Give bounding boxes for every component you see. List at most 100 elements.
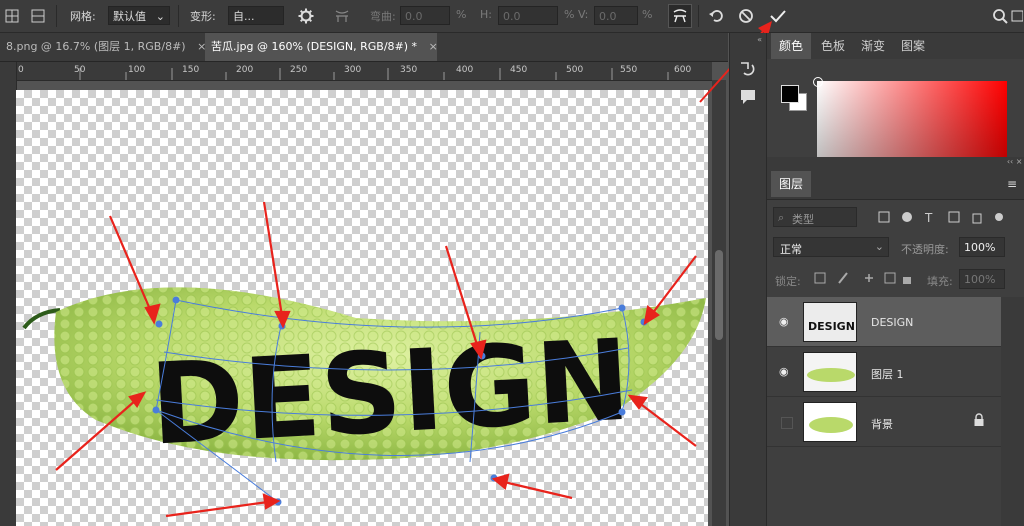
search-icon: ⌕ — [778, 211, 785, 224]
tab-8-png[interactable]: 8.png @ 16.7% (图层 1, RGB/8#) × — [0, 33, 206, 61]
v-percent: % — [642, 8, 653, 21]
chevron-down-icon: ⌄ — [874, 240, 884, 253]
tab-label: 苦瓜.jpg @ 160% (DESIGN, RGB/8#) * — [211, 40, 418, 53]
lock-label: 锁定: — [775, 275, 801, 288]
lock-icons[interactable] — [813, 271, 913, 285]
svg-text:T: T — [924, 211, 933, 224]
opacity-label: 不透明度: — [901, 243, 949, 256]
tab-layers[interactable]: 图层 — [771, 171, 812, 197]
blend-mode-select[interactable]: 正常 ⌄ — [773, 237, 889, 257]
layer-thumbnail — [803, 352, 857, 392]
warp-orientation-icon[interactable] — [330, 4, 354, 28]
layers-panel-header: 图层 ≡ — [767, 169, 1024, 200]
grid-select[interactable]: 默认值 ⌄ — [108, 6, 170, 25]
layer-name: 图层 1 — [871, 368, 904, 381]
visibility-toggle-off[interactable] — [781, 417, 793, 429]
foreground-color-swatch[interactable] — [781, 85, 799, 103]
options-bar: 网格: 默认值 ⌄ 变形: 自... 弯曲: 0.0 % H: 0.0 % V:… — [0, 0, 1024, 33]
warp-select-value: 自... — [233, 10, 255, 23]
warped-text-layer: DESIGN — [147, 316, 633, 471]
gear-icon[interactable] — [294, 4, 318, 28]
layer-row-background[interactable]: 背景 — [767, 397, 1001, 447]
bend-label: 弯曲: — [370, 10, 396, 23]
color-panel-tabs: 颜色 色板 渐变 图案 — [767, 33, 1024, 59]
lock-icon — [973, 413, 985, 430]
blend-mode-value: 正常 — [780, 243, 802, 256]
warp-select[interactable]: 自... — [228, 6, 284, 25]
layer-thumbnail — [803, 402, 857, 442]
panel-icon-strip: « — [729, 33, 766, 526]
ruler-label: 50 — [74, 65, 86, 75]
search-icon[interactable] — [988, 4, 1012, 28]
layer-thumbnail-text: DESIGN — [808, 320, 855, 333]
vertical-scrollbar[interactable] — [712, 80, 726, 526]
layer-filter-label: 类型 — [792, 213, 814, 226]
separator — [56, 5, 57, 27]
tab-label: 8.png @ 16.7% (图层 1, RGB/8#) — [6, 40, 186, 53]
scrollbar-thumb[interactable] — [715, 250, 723, 340]
bend-percent: % — [456, 8, 467, 21]
close-icon[interactable]: × — [429, 33, 438, 61]
ruler-label: 400 — [456, 65, 474, 75]
document-tab-bar: 8.png @ 16.7% (图层 1, RGB/8#) × 苦瓜.jpg @ … — [0, 33, 728, 62]
history-icon[interactable] — [738, 59, 758, 79]
h-label: H: — [480, 8, 492, 21]
tab-color[interactable]: 颜色 — [771, 33, 812, 59]
canvas-artwork: DESIGN — [22, 201, 707, 518]
workspace-icon[interactable] — [1010, 4, 1024, 28]
fill-input[interactable]: 100% — [959, 269, 1005, 289]
h-percent: % — [564, 8, 575, 21]
v-label: V: — [578, 8, 589, 21]
ruler-label: 550 — [620, 65, 638, 75]
layers-panel-collapse[interactable]: ‹‹ × — [767, 157, 1024, 169]
h-input[interactable]: 0.0 — [498, 6, 558, 25]
grid-label: 网格: — [70, 10, 96, 23]
document-canvas[interactable]: DESIGN — [16, 90, 708, 526]
puppet-warp-toggle-icon[interactable] — [668, 4, 692, 28]
panel-menu-icon[interactable]: ≡ — [1007, 177, 1017, 191]
tab-kugua-jpg[interactable]: 苦瓜.jpg @ 160% (DESIGN, RGB/8#) * × — [205, 33, 438, 61]
warped-text: DESIGN — [147, 316, 633, 471]
color-picker-cursor[interactable] — [813, 77, 823, 87]
ruler-label: 150 — [182, 65, 200, 75]
tab-swatches[interactable]: 色板 — [813, 33, 853, 59]
separator — [178, 5, 179, 27]
vertical-ruler — [0, 62, 17, 526]
bend-input[interactable]: 0.0 — [400, 6, 450, 25]
layer-filter-icons: T — [877, 210, 1007, 225]
layer-thumbnail: DESIGN — [803, 302, 857, 342]
layer-filter-select[interactable]: ⌕ 类型 — [773, 207, 857, 227]
tab-gradients[interactable]: 渐变 — [853, 33, 893, 59]
layer-name: 背景 — [871, 418, 893, 431]
stem-shape — [22, 308, 61, 330]
ruler-label: 450 — [510, 65, 528, 75]
grid-select-value: 默认值 — [113, 10, 146, 23]
layer-row-design[interactable]: ◉ DESIGN DESIGN — [767, 297, 1001, 347]
v-input[interactable]: 0.0 — [594, 6, 638, 25]
eye-icon[interactable]: ◉ — [779, 315, 789, 328]
reference-point-icon[interactable] — [0, 4, 24, 28]
layer-row-layer1[interactable]: ◉ 图层 1 — [767, 347, 1001, 397]
right-panel: 颜色 色板 渐变 图案 ‹‹ × 图层 ≡ ⌕ 类型 T 正常 ⌄ 不透明度: … — [766, 33, 1024, 526]
comments-icon[interactable] — [738, 87, 758, 107]
tab-patterns[interactable]: 图案 — [893, 33, 933, 59]
layers-scrollbar[interactable] — [1001, 297, 1024, 526]
ruler-label: 350 — [400, 65, 418, 75]
ruler-label: 0 — [18, 65, 24, 75]
ruler-label: 300 — [344, 65, 362, 75]
collapse-icon[interactable]: « — [732, 35, 762, 44]
ruler-label: 250 — [290, 65, 308, 75]
opacity-input[interactable]: 100% — [959, 237, 1005, 257]
ruler-label: 200 — [236, 65, 254, 75]
fill-label: 填充: — [927, 275, 953, 288]
horizontal-ruler: 0 50 100 150 200 250 300 350 400 450 500… — [16, 62, 712, 81]
chevron-down-icon: ⌄ — [155, 10, 165, 23]
split-warp-icon[interactable] — [26, 4, 50, 28]
eye-icon[interactable]: ◉ — [779, 365, 789, 378]
ruler-label: 100 — [128, 65, 146, 75]
ruler-label: 500 — [566, 65, 584, 75]
warp-label: 变形: — [190, 10, 216, 23]
ruler-label: 600 — [674, 65, 692, 75]
color-picker-field[interactable] — [813, 77, 1007, 157]
layer-name: DESIGN — [871, 316, 914, 329]
